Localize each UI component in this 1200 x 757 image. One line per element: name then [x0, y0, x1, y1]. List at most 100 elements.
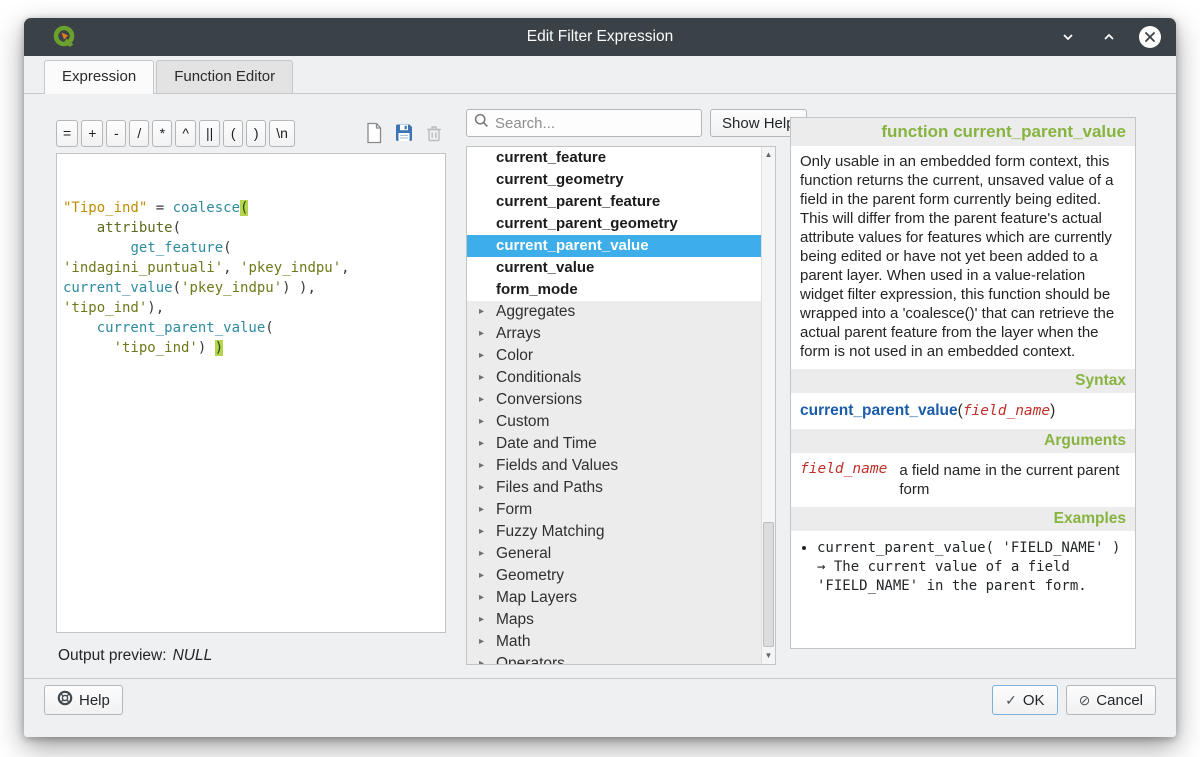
- group-label: Aggregates: [496, 301, 575, 323]
- operator-button[interactable]: /: [129, 120, 149, 147]
- syntax-heading: Syntax: [791, 369, 1135, 393]
- function-item-current_geometry[interactable]: current_geometry: [467, 169, 761, 191]
- close-icon[interactable]: [1138, 25, 1162, 49]
- scrollbar-thumb[interactable]: [763, 522, 774, 647]
- function-group-fields-and-values[interactable]: ▸ Fields and Values: [467, 455, 761, 477]
- output-preview-label: Output preview:: [58, 647, 167, 664]
- operator-button[interactable]: ||: [199, 120, 220, 147]
- operator-button[interactable]: \n: [269, 120, 295, 147]
- group-label: Conditionals: [496, 367, 581, 389]
- examples-heading: Examples: [791, 507, 1135, 531]
- tab-function-editor[interactable]: Function Editor: [156, 60, 293, 93]
- function-group-form[interactable]: ▸Form: [467, 499, 761, 521]
- help-description: Only usable in an embedded form context,…: [791, 146, 1135, 369]
- shade-icon[interactable]: [1056, 25, 1080, 49]
- operator-button[interactable]: *: [152, 120, 172, 147]
- cancel-button-label: Cancel: [1096, 692, 1143, 709]
- function-item-current_parent_geometry[interactable]: current_parent_geometry: [467, 213, 761, 235]
- operator-button[interactable]: =: [56, 120, 78, 147]
- function-group-geometry[interactable]: ▸Geometry: [467, 565, 761, 587]
- help-title: function current_parent_value: [791, 118, 1135, 146]
- function-group-date-and-time[interactable]: ▸Date and Time: [467, 433, 761, 455]
- argument-description: a field name in the current parent form: [899, 461, 1126, 499]
- function-group-general[interactable]: ▸General: [467, 543, 761, 565]
- titlebar[interactable]: Edit Filter Expression: [24, 18, 1176, 56]
- dialog-footer: Help ✓ OK ⊘ Cancel: [24, 678, 1176, 737]
- help-column: function current_parent_value Only usabl…: [790, 117, 1136, 649]
- syntax-function-name: current_parent_value: [800, 402, 958, 419]
- example-code: current_parent_value( 'FIELD_NAME' ): [817, 540, 1120, 556]
- operator-button[interactable]: ): [246, 120, 266, 147]
- cancel-button[interactable]: ⊘ Cancel: [1066, 685, 1156, 715]
- scroll-down-icon[interactable]: ▼: [762, 649, 775, 663]
- function-group-custom[interactable]: ▸ Custom: [467, 411, 761, 433]
- ok-button-label: OK: [1023, 692, 1045, 709]
- expand-triangle-icon: ▸: [479, 521, 489, 543]
- expand-triangle-icon: ▸: [479, 565, 489, 587]
- expand-triangle-icon: ▸: [479, 653, 489, 664]
- window-title: Edit Filter Expression: [24, 28, 1176, 46]
- expand-triangle-icon: ▸: [479, 477, 489, 499]
- operator-button[interactable]: -: [106, 120, 126, 147]
- syntax-close-paren: ): [1050, 402, 1055, 419]
- function-item-current_feature[interactable]: current_feature: [467, 147, 761, 169]
- function-group-arrays[interactable]: ▸Arrays: [467, 323, 761, 345]
- cancel-icon: ⊘: [1079, 692, 1091, 709]
- group-label: Fuzzy Matching: [496, 521, 605, 543]
- expand-triangle-icon: ▸: [479, 411, 489, 433]
- operator-buttons: =+-/*^||()\n: [56, 120, 295, 147]
- group-label: Custom: [496, 411, 549, 433]
- function-group-color[interactable]: ▸Color: [467, 345, 761, 367]
- expression-editor[interactable]: "Tipo_ind" = coalesce( attribute( get_fe…: [56, 153, 446, 633]
- search-box[interactable]: [466, 109, 702, 137]
- group-label: Math: [496, 631, 530, 653]
- example-item: current_parent_value( 'FIELD_NAME' ) → T…: [817, 539, 1127, 596]
- search-input[interactable]: [495, 115, 694, 132]
- tab-expression[interactable]: Expression: [44, 60, 154, 94]
- argument-name: field_name: [800, 461, 887, 499]
- group-label: Date and Time: [496, 433, 597, 455]
- expand-triangle-icon: ▸: [479, 367, 489, 389]
- expand-triangle-icon: ▸: [479, 587, 489, 609]
- ok-button[interactable]: ✓ OK: [992, 685, 1057, 715]
- function-item-form_mode[interactable]: form_mode: [467, 279, 761, 301]
- function-item-current_value[interactable]: current_value: [467, 257, 761, 279]
- group-label: Fields and Values: [496, 455, 618, 477]
- operator-button[interactable]: (: [223, 120, 243, 147]
- group-label: Conversions: [496, 389, 582, 411]
- function-group-maps[interactable]: ▸Maps: [467, 609, 761, 631]
- screenshot-root: Edit Filter Expression Expression Functi…: [0, 0, 1200, 757]
- operator-button[interactable]: +: [81, 120, 103, 147]
- help-button[interactable]: Help: [44, 685, 123, 715]
- operator-button[interactable]: ^: [175, 120, 196, 147]
- expand-triangle-icon: ▸: [479, 455, 489, 477]
- function-list-scrollbar[interactable]: ▲ ▼: [761, 147, 775, 664]
- expand-triangle-icon: ▸: [479, 345, 489, 367]
- function-list: current_featurecurrent_geometrycurrent_p…: [466, 146, 776, 665]
- expression-tab-content: =+-/*^||()\n "Tipo_ind" = c: [24, 94, 1176, 678]
- search-icon: [474, 113, 489, 133]
- save-expression-icon[interactable]: [392, 121, 416, 145]
- scroll-up-icon[interactable]: ▲: [762, 148, 775, 162]
- function-group-map-layers[interactable]: ▸Map Layers: [467, 587, 761, 609]
- function-group-conversions[interactable]: ▸Conversions: [467, 389, 761, 411]
- function-item-current_parent_value[interactable]: current_parent_value: [467, 235, 761, 257]
- function-group-files-and-paths[interactable]: ▸Files and Paths: [467, 477, 761, 499]
- group-label: Arrays: [496, 323, 541, 345]
- delete-expression-icon[interactable]: [422, 121, 446, 145]
- function-group-fuzzy-matching[interactable]: ▸ Fuzzy Matching: [467, 521, 761, 543]
- function-group-aggregates[interactable]: ▸Aggregates: [467, 301, 761, 323]
- argument-row: field_name a field name in the current pa…: [791, 453, 1135, 507]
- new-expression-icon[interactable]: [362, 121, 386, 145]
- example-result: The current value of a field 'FIELD_NAME…: [817, 559, 1087, 594]
- output-preview-value: NULL: [173, 647, 213, 664]
- expand-triangle-icon: ▸: [479, 631, 489, 653]
- function-item-current_parent_feature[interactable]: current_parent_feature: [467, 191, 761, 213]
- function-group-operators[interactable]: ▸Operators: [467, 653, 761, 664]
- arguments-section: field_name a field name in the current pa…: [791, 453, 1135, 507]
- minimize-icon[interactable]: [1097, 25, 1121, 49]
- function-group-conditionals[interactable]: ▸ Conditionals: [467, 367, 761, 389]
- tab-bar: Expression Function Editor: [24, 56, 1176, 94]
- expand-triangle-icon: ▸: [479, 609, 489, 631]
- function-group-math[interactable]: ▸ Math: [467, 631, 761, 653]
